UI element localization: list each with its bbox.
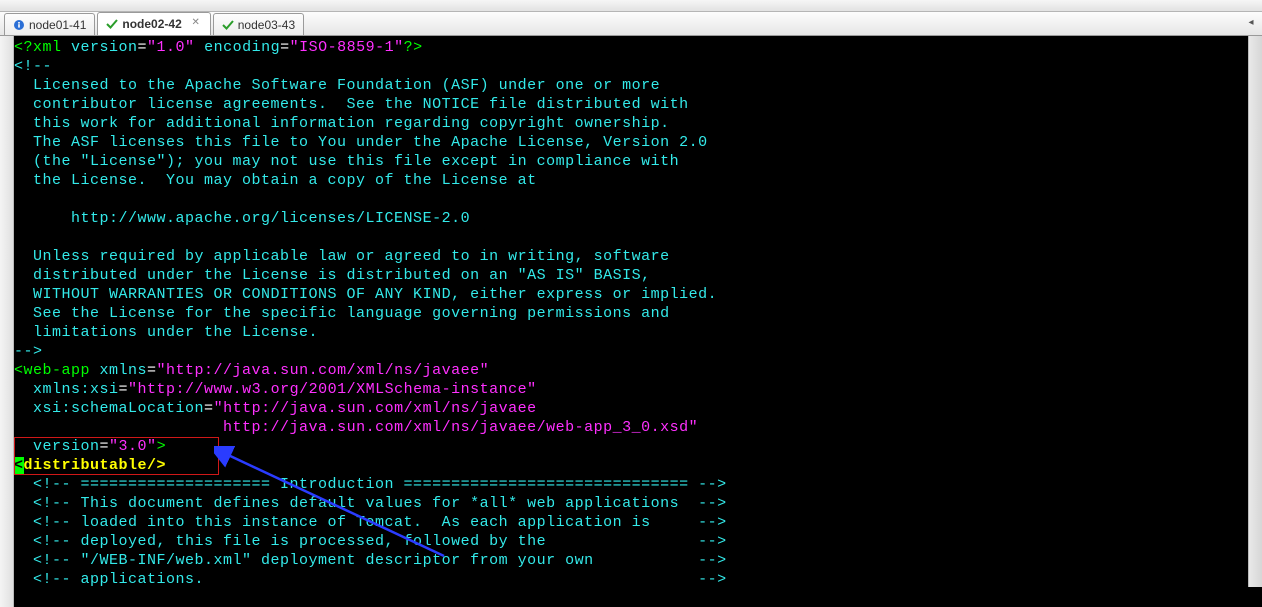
code-line: Licensed to the Apache Software Foundati…	[14, 76, 1248, 95]
check-icon	[106, 18, 118, 30]
code-line: <?xml version="1.0" encoding="ISO-8859-1…	[14, 38, 1248, 57]
code-editor[interactable]: <?xml version="1.0" encoding="ISO-8859-1…	[14, 36, 1248, 607]
code-line: <web-app xmlns="http://java.sun.com/xml/…	[14, 361, 1248, 380]
code-line: <!--	[14, 57, 1248, 76]
code-line: <!-- "/WEB-INF/web.xml" deployment descr…	[14, 551, 1248, 570]
tab-label: node01-41	[29, 14, 86, 36]
code-line: <!-- ==================== Introduction =…	[14, 475, 1248, 494]
code-line: <!-- loaded into this instance of Tomcat…	[14, 513, 1248, 532]
left-gutter	[0, 36, 14, 607]
code-line: the License. You may obtain a copy of th…	[14, 171, 1248, 190]
vertical-scrollbar[interactable]	[1248, 36, 1262, 587]
code-line: <!-- deployed, this file is processed, f…	[14, 532, 1248, 551]
code-line	[14, 228, 1248, 247]
code-line: (the "License"); you may not use this fi…	[14, 152, 1248, 171]
tab-label: node02-42	[122, 13, 181, 35]
code-line: See the License for the specific languag…	[14, 304, 1248, 323]
tab-node03-43[interactable]: node03-43	[213, 13, 304, 35]
code-line: limitations under the License.	[14, 323, 1248, 342]
code-line: xmlns:xsi="http://www.w3.org/2001/XMLSch…	[14, 380, 1248, 399]
code-line	[14, 190, 1248, 209]
editor-pane: <?xml version="1.0" encoding="ISO-8859-1…	[0, 36, 1262, 607]
tab-node02-42[interactable]: node02-42 ✕	[97, 12, 210, 35]
tab-scroll-left-icon[interactable]: ◂	[1244, 16, 1258, 30]
code-line: distributed under the License is distrib…	[14, 266, 1248, 285]
code-line: xsi:schemaLocation="http://java.sun.com/…	[14, 399, 1248, 418]
tab-label: node03-43	[238, 14, 295, 36]
code-line: version="3.0">	[14, 437, 1248, 456]
tab-node01-41[interactable]: node01-41	[4, 13, 95, 35]
code-line: Unless required by applicable law or agr…	[14, 247, 1248, 266]
code-line: this work for additional information reg…	[14, 114, 1248, 133]
code-line: contributor license agreements. See the …	[14, 95, 1248, 114]
code-line: WITHOUT WARRANTIES OR CONDITIONS OF ANY …	[14, 285, 1248, 304]
tab-bar: node01-41 node02-42 ✕ node03-43 ◂	[0, 12, 1262, 36]
close-icon[interactable]: ✕	[190, 18, 202, 30]
code-line: <!-- This document defines default value…	[14, 494, 1248, 513]
code-line: The ASF licenses this file to You under …	[14, 133, 1248, 152]
code-line: http://www.apache.org/licenses/LICENSE-2…	[14, 209, 1248, 228]
code-line: <distributable/>	[14, 456, 1248, 475]
code-line: -->	[14, 342, 1248, 361]
code-line: http://java.sun.com/xml/ns/javaee/web-ap…	[14, 418, 1248, 437]
vim-status-line: "/webapps/myapp/WEB-INF/web.xml" 4675L, …	[0, 587, 1262, 607]
info-icon	[13, 19, 25, 31]
toolbar-strip	[0, 0, 1262, 12]
check-icon	[222, 19, 234, 31]
